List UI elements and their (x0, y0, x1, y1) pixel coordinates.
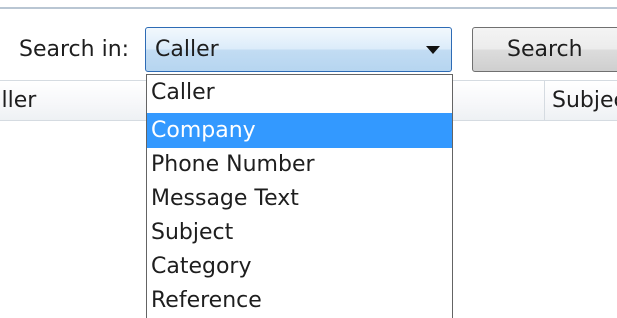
search-panel: Search in: Caller Search aller Subjec Ca… (0, 0, 617, 318)
dropdown-option-category[interactable]: Category (147, 249, 452, 284)
column-header-subject[interactable]: Subjec (552, 87, 617, 115)
dropdown-option-company[interactable]: Company (147, 113, 452, 148)
search-field-dropdown-list: Caller Company Phone Number Message Text… (146, 74, 453, 318)
search-in-label: Search in: (19, 37, 130, 62)
column-header-caller[interactable]: aller (0, 87, 36, 115)
search-button-label: Search (507, 37, 583, 62)
dropdown-option-reference[interactable]: Reference (147, 283, 452, 318)
dropdown-option-phone-number[interactable]: Phone Number (147, 147, 452, 182)
search-field-combobox[interactable]: Caller (145, 27, 452, 72)
dropdown-option-subject[interactable]: Subject (147, 215, 452, 250)
column-divider[interactable] (544, 81, 545, 121)
chevron-down-icon[interactable] (426, 46, 440, 54)
dropdown-option-message-text[interactable]: Message Text (147, 181, 452, 216)
combobox-selected-value: Caller (155, 37, 219, 62)
search-button[interactable]: Search (472, 27, 617, 72)
top-divider (0, 7, 617, 9)
dropdown-option-caller[interactable]: Caller (147, 75, 452, 110)
